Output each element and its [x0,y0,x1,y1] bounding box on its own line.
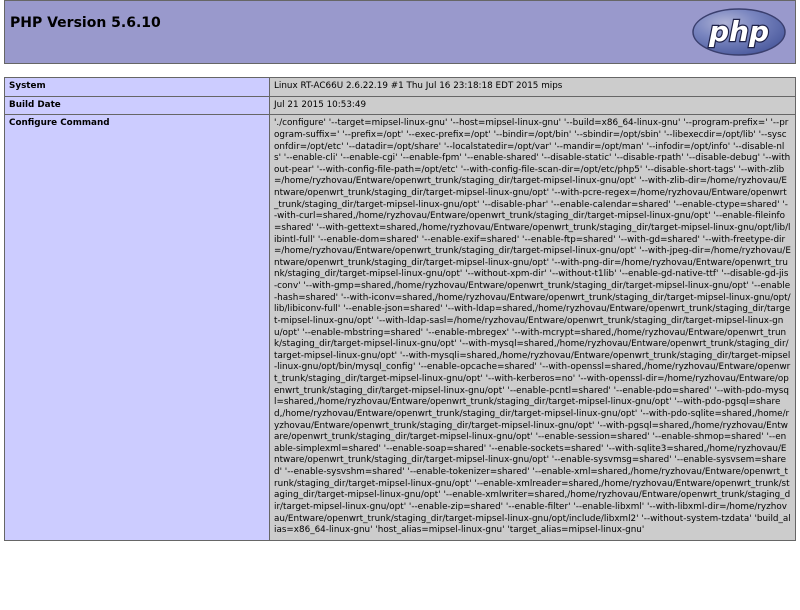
php-logo-icon: php [692,8,786,56]
table-row-configure-command: Configure Command './configure' '--targe… [4,114,796,541]
table-row-build-date: Build Date Jul 21 2015 10:53:49 [4,95,796,116]
phpinfo-page: PHP Version 5.6.10 php System Linux RT-A… [0,0,800,610]
table-row-system: System Linux RT-AC66U 2.6.22.19 #1 Thu J… [4,77,796,97]
php-logo[interactable]: php [691,7,787,57]
php-version-header: PHP Version 5.6.10 php [4,0,796,64]
row-value: Jul 21 2015 10:53:49 [269,95,796,116]
row-value: './configure' '--target=mipsel-linux-gnu… [269,114,796,541]
php-logo-text: php [708,15,769,48]
info-table: System Linux RT-AC66U 2.6.22.19 #1 Thu J… [4,77,796,541]
page-title: PHP Version 5.6.10 [10,15,161,31]
row-key: System [4,77,270,97]
row-value: Linux RT-AC66U 2.6.22.19 #1 Thu Jul 16 2… [269,77,796,97]
row-key: Configure Command [4,114,270,541]
row-key: Build Date [4,95,270,116]
